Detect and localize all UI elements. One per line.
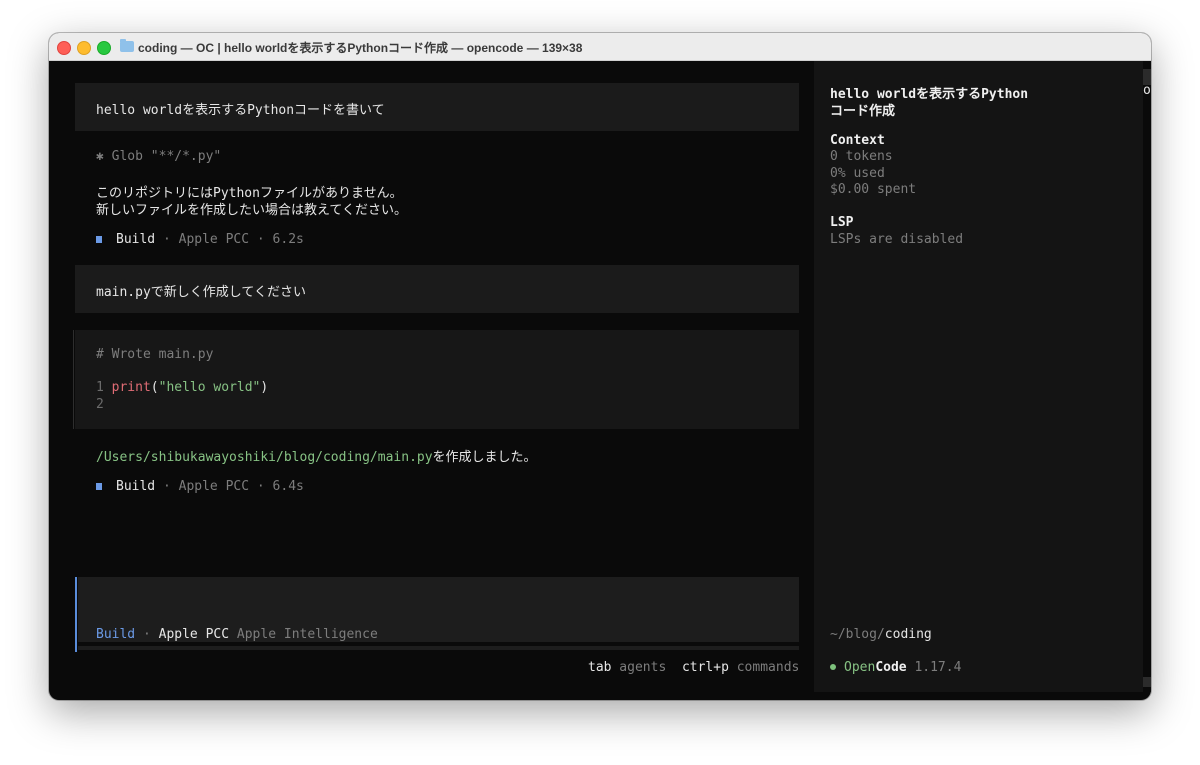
context-tokens: 0 tokens: [830, 149, 893, 164]
app-name-code: Code: [875, 660, 907, 675]
lsp-status: LSPs are disabled: [830, 232, 964, 247]
cwd-prefix: ~/blog/: [830, 627, 885, 642]
build-icon: [96, 483, 102, 490]
chat-pane: hello worldを表示するPythonコードを書いて ✱ Glob "**…: [57, 61, 814, 692]
input-bar: [75, 577, 77, 652]
build-separator: ·: [155, 479, 179, 494]
keyboard-hints: tab agents ctrl+p commands: [588, 660, 799, 675]
input-agent-line: Build · Apple PCC Apple Intelligence: [96, 627, 378, 642]
code-paren: ): [260, 380, 269, 395]
build-agent: Build: [116, 479, 156, 494]
window-title: coding — OC | hello worldを表示するPythonコード作…: [138, 41, 583, 55]
glob-tool-call: ✱ Glob "**/*.py": [96, 149, 222, 164]
cmd-label: commands: [728, 660, 800, 675]
tab-label: agents: [611, 660, 667, 675]
input-bottom-edge: [78, 646, 799, 650]
code-line: 1 print("hello world"): [96, 380, 268, 395]
build-time: · 6.4s: [249, 479, 304, 494]
input-provider: Apple Intelligence: [229, 627, 378, 642]
code-block-border: [73, 330, 74, 429]
code-line: 2: [96, 397, 104, 412]
session-sidebar: hello worldを表示するPython コード作成 Context 0 t…: [814, 61, 1143, 692]
version-number: 1.17.4: [906, 660, 962, 675]
maximize-button[interactable]: [97, 41, 111, 55]
lsp-heading: LSP: [830, 215, 854, 230]
result-suffix: を作成しました。: [432, 450, 537, 465]
app-name-open: Open: [844, 660, 876, 675]
scrollbar[interactable]: [1143, 61, 1151, 692]
scrollbar-thumb-bottom[interactable]: [1143, 677, 1151, 687]
app-version: OpenCode 1.17.4: [830, 660, 961, 675]
cwd-dir: coding: [884, 627, 932, 642]
minimize-button[interactable]: [77, 41, 91, 55]
build-status: Build · Apple PCC · 6.4s: [96, 479, 304, 494]
terminal-window: coding — OC | hello worldを表示するPythonコード作…: [49, 33, 1151, 700]
title-bar: coding — OC | hello worldを表示するPythonコード作…: [49, 33, 1151, 61]
status-dot-icon: [830, 664, 836, 670]
input-separator: ·: [135, 627, 159, 642]
cmd-key: ctrl+p: [681, 660, 729, 675]
build-status: Build · Apple PCC · 6.2s: [96, 232, 304, 247]
user-message-text: hello worldを表示するPythonコードを書いて: [96, 103, 385, 118]
session-title: コード作成: [830, 104, 896, 119]
line-number: 1: [96, 380, 104, 395]
terminal-content[interactable]: hello worldを表示するPythonコードを書いて ✱ Glob "**…: [57, 61, 1151, 692]
build-model: Apple PCC: [178, 479, 250, 494]
assistant-reply-line: 新しいファイルを作成したい場合は教えてください。: [96, 203, 407, 218]
line-number: 2: [96, 397, 104, 412]
code-paren: (: [150, 380, 159, 395]
user-message-text: main.pyで新しく作成してください: [96, 285, 307, 300]
input-agent[interactable]: Build: [96, 627, 135, 642]
context-spent: $0.00 spent: [830, 182, 917, 197]
build-icon: [96, 236, 102, 243]
file-path-link[interactable]: /Users/shibukawayoshiki/blog/coding/main…: [96, 450, 433, 465]
build-agent: Build: [116, 232, 156, 247]
tab-key: tab: [588, 660, 612, 675]
code-function: print: [111, 380, 151, 395]
folder-icon: [120, 39, 134, 52]
write-tool-title: # Wrote main.py: [96, 347, 214, 362]
code-string: "hello world": [158, 380, 261, 395]
build-separator: ·: [155, 232, 179, 247]
context-used: 0% used: [830, 166, 885, 181]
context-heading: Context: [830, 133, 885, 148]
build-model: Apple PCC: [178, 232, 250, 247]
result-message: /Users/shibukawayoshiki/blog/coding/main…: [96, 446, 537, 465]
build-time: · 6.2s: [249, 232, 304, 247]
overflow-char: o: [1143, 83, 1151, 98]
working-directory: ~/blog/coding: [830, 627, 932, 642]
input-model[interactable]: Apple PCC: [159, 627, 229, 642]
close-button[interactable]: [57, 41, 71, 55]
